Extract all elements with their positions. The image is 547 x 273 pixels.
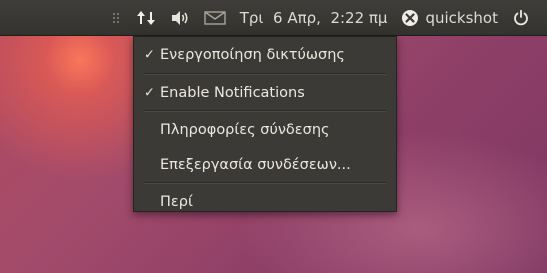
grip-icon: [112, 12, 119, 23]
user-menu[interactable]: quickshot: [394, 0, 505, 36]
panel-grip: [105, 0, 129, 36]
menu-item-label: Πληροφορίες σύνδεσης: [160, 121, 330, 138]
menu-item-label: Επεξεργασία συνδέσεων...: [160, 156, 351, 173]
power-icon: [514, 9, 528, 25]
menu-item-enable-networking[interactable]: ✓ Ενεργοποίηση δικτύωσης: [134, 37, 396, 73]
check-icon: ✓: [144, 47, 155, 63]
network-indicator[interactable]: [129, 0, 163, 36]
top-panel: Τρι 6 Απρ, 2:22 πμ quickshot: [0, 0, 547, 36]
session-menu[interactable]: [505, 0, 537, 36]
menu-item-enable-notifications[interactable]: ✓ Enable Notifications: [134, 75, 396, 110]
menu-item-label: Ενεργοποίηση δικτύωσης: [160, 47, 345, 63]
username: quickshot: [425, 8, 498, 27]
mail-icon: [204, 10, 226, 25]
user-status-icon: [402, 9, 419, 26]
clock[interactable]: Τρι 6 Απρ, 2:22 πμ: [233, 0, 395, 36]
volume-icon: [171, 10, 188, 25]
mail-indicator[interactable]: [197, 0, 233, 36]
menu-item-label: Enable Notifications: [160, 84, 305, 101]
volume-indicator[interactable]: [163, 0, 197, 36]
menu-item-label: Περί: [160, 193, 193, 210]
menu-item-edit-connections[interactable]: Επεξεργασία συνδέσεων...: [134, 147, 396, 182]
network-icon: [136, 10, 155, 25]
network-menu: ✓ Ενεργοποίηση δικτύωσης ✓ Enable Notifi…: [133, 36, 397, 212]
menu-item-connection-information[interactable]: Πληροφορίες σύνδεσης: [134, 112, 396, 147]
check-icon: ✓: [144, 85, 155, 100]
menu-item-about[interactable]: Περί: [134, 184, 396, 219]
